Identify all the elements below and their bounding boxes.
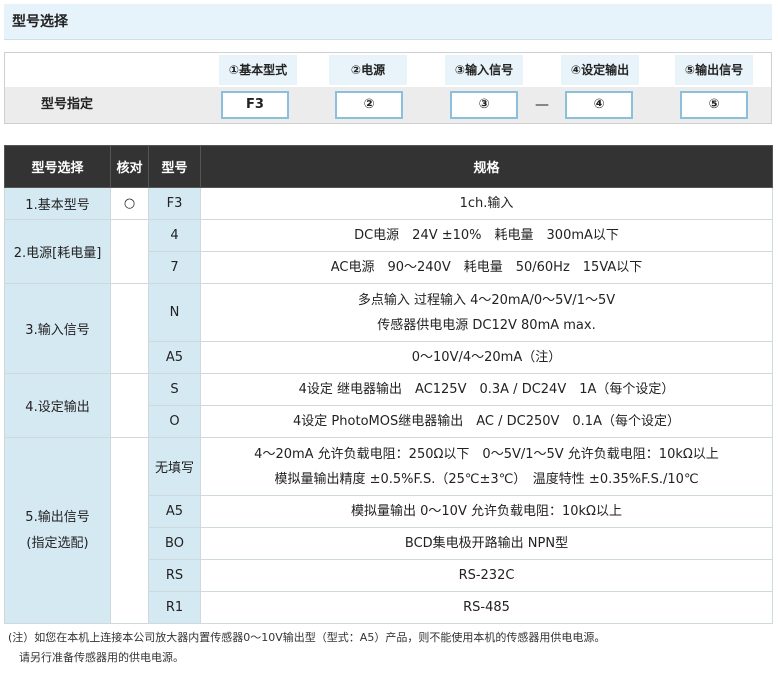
spec-text: RS-485	[200, 591, 773, 624]
spec-text: BCD集电极开路输出 NPN型	[200, 527, 773, 560]
spec-head-input: ③输入信号	[445, 55, 523, 85]
spec-value-output: ⑤	[680, 91, 748, 119]
check-cell	[110, 373, 149, 438]
spec-text: AC电源 90～240V 耗电量 50/60Hz 15VA以下	[200, 251, 773, 284]
spec-line: 传感器供电电源 DC12V 80mA max.	[377, 317, 596, 333]
category-basic-model: 1.基本型号	[4, 187, 111, 220]
spec-row-label: 型号指定	[41, 97, 94, 112]
model-code: A5	[148, 341, 201, 374]
header-model: 型号	[148, 145, 201, 188]
model-code: 4	[148, 219, 201, 252]
spec-dash: —	[535, 97, 549, 113]
spec-text: 模拟量输出 0～10V 允许负载电阻：10kΩ以上	[200, 495, 773, 528]
spec-text: 4设定 PhotoMOS继电器输出 AC / DC250V 0.1A（每个设定）	[200, 405, 773, 438]
category-setting-output: 4.设定输出	[4, 373, 111, 438]
footnote-line: (注）如您在本机上连接本公司放大器内置传感器0～10V输出型（型式：A5）产品，…	[8, 631, 606, 644]
spec-text: 1ch.输入	[200, 187, 773, 220]
model-spec-builder: 型号指定 ①基本型式 ②电源 ③输入信号 ④设定输出 ⑤输出信号 F3 ② ③ …	[4, 52, 772, 124]
model-code: F3	[148, 187, 201, 220]
table-row: 2.电源[耗电量] 4 DC电源 24V ±10% 耗电量 300mA以下	[4, 219, 773, 284]
category-output-signal: 5.输出信号 (指定选配)	[4, 437, 111, 624]
spec-value-input: ③	[450, 91, 518, 119]
table-row: 1.基本型号 ○ F3 1ch.输入	[4, 187, 773, 220]
header-check: 核对	[110, 145, 149, 188]
model-code: RS	[148, 559, 201, 592]
spec-line: 模拟量输出精度 ±0.5%F.S.（25℃±3℃） 温度特性 ±0.35%F.S…	[274, 471, 699, 487]
model-selection-table: 型号选择 核对 型号 规格 1.基本型号 ○ F3 1ch.输入 2.电源[耗电…	[4, 145, 773, 624]
spec-value-power: ②	[335, 91, 403, 119]
model-code: R1	[148, 591, 201, 624]
spec-text: 4～20mA 允许负载电阻：250Ω以下 0～5V/1～5V 允许负载电阻：10…	[200, 437, 773, 496]
spec-line: 多点输入 过程输入 4～20mA/0～5V/1～5V	[357, 292, 616, 308]
model-code: 无填写	[148, 437, 201, 496]
spec-text: 0～10V/4～20mA（注）	[200, 341, 773, 374]
page-title: 型号选择	[4, 4, 772, 40]
category-input-signal: 3.输入信号	[4, 283, 111, 374]
table-header-row: 型号选择 核对 型号 规格	[4, 145, 773, 188]
table-row: 4.设定输出 S 4设定 继电器输出 AC125V 0.3A / DC24V 1…	[4, 373, 773, 438]
model-code: N	[148, 283, 201, 342]
check-cell	[110, 219, 149, 284]
footnote: (注）如您在本机上连接本公司放大器内置传感器0～10V输出型（型式：A5）产品，…	[8, 628, 605, 668]
check-cell	[110, 283, 149, 374]
spec-text: RS-232C	[200, 559, 773, 592]
check-cell: ○	[110, 187, 149, 220]
category-power: 2.电源[耗电量]	[4, 219, 111, 284]
spec-head-base: ①基本型式	[219, 55, 297, 85]
spec-head-power: ②电源	[329, 55, 407, 85]
model-code: S	[148, 373, 201, 406]
table-row: 5.输出信号 (指定选配) 无填写 4～20mA 允许负载电阻：250Ω以下 0…	[4, 437, 773, 624]
spec-value-setting: ④	[565, 91, 633, 119]
category-label: 5.输出信号	[25, 509, 90, 525]
model-code: A5	[148, 495, 201, 528]
spec-value-base: F3	[221, 91, 289, 119]
header-model-selection: 型号选择	[4, 145, 111, 188]
model-code: O	[148, 405, 201, 438]
spec-line: 4～20mA 允许负载电阻：250Ω以下 0～5V/1～5V 允许负载电阻：10…	[254, 446, 719, 462]
check-cell	[110, 437, 149, 624]
category-sublabel: (指定选配)	[26, 535, 89, 551]
spec-text: 4设定 继电器输出 AC125V 0.3A / DC24V 1A（每个设定）	[200, 373, 773, 406]
spec-head-output: ⑤输出信号	[675, 55, 753, 85]
spec-text: DC电源 24V ±10% 耗电量 300mA以下	[200, 219, 773, 252]
table-row: 3.输入信号 N 多点输入 过程输入 4～20mA/0～5V/1～5V 传感器供…	[4, 283, 773, 374]
spec-head-setting: ④设定输出	[561, 55, 639, 85]
spec-text: 多点输入 过程输入 4～20mA/0～5V/1～5V 传感器供电电源 DC12V…	[200, 283, 773, 342]
model-code: BO	[148, 527, 201, 560]
footnote-line: 请另行准备传感器用的供电电源。	[8, 651, 184, 664]
model-code: 7	[148, 251, 201, 284]
header-spec: 规格	[200, 145, 773, 188]
